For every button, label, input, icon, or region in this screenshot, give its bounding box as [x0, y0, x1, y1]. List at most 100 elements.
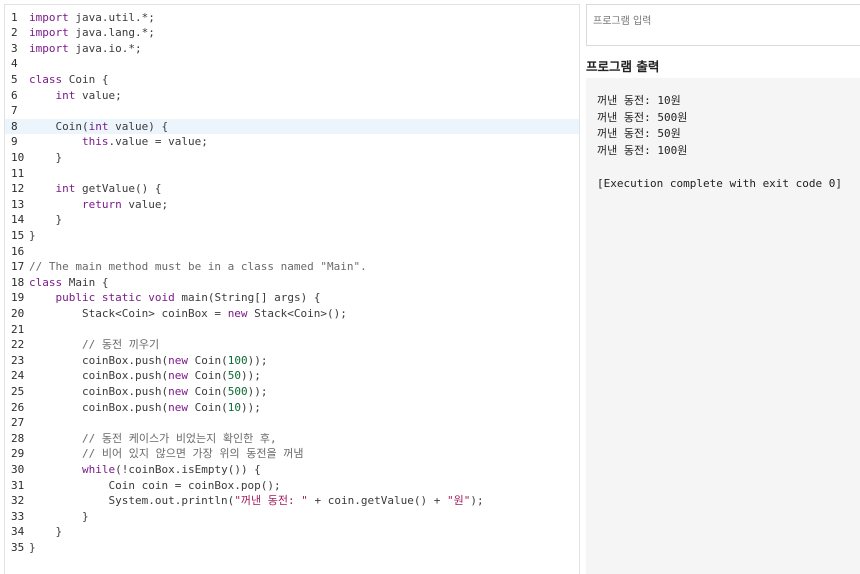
code-token: 100	[227, 353, 248, 367]
code-line[interactable]: 5 class Coin {	[5, 72, 579, 88]
program-input[interactable]	[586, 4, 860, 46]
code-text: Coin coin = coinBox.pop();	[27, 478, 280, 494]
line-number: 13	[11, 197, 25, 211]
code-line[interactable]: 8 Coin(int value) {	[5, 118, 579, 135]
code-token: 10	[227, 400, 241, 414]
code-line[interactable]: 27	[5, 415, 579, 431]
code-line[interactable]: 11	[5, 166, 579, 182]
code-token: new	[168, 400, 188, 414]
code-token: new	[168, 353, 188, 367]
code-line[interactable]: 6 int value;	[5, 88, 579, 104]
line-number: 34	[11, 525, 25, 539]
code-token: Stack<Coin>();	[247, 306, 347, 320]
code-line[interactable]: 31 Coin coin = coinBox.pop();	[5, 478, 579, 494]
code-line[interactable]: 30 while(!coinBox.isEmpty()) {	[5, 462, 579, 478]
line-number: 35	[11, 540, 25, 554]
line-number: 1	[11, 10, 18, 24]
code-line[interactable]: 9 this.value = value;	[5, 134, 579, 150]
code-line[interactable]: 24 coinBox.push(new Coin(50));	[5, 368, 579, 384]
line-number: 6	[11, 88, 18, 102]
code-line[interactable]: 23 coinBox.push(new Coin(100));	[5, 353, 579, 369]
line-number: 18	[11, 275, 25, 289]
code-line[interactable]: 34 }	[5, 524, 579, 540]
code-line[interactable]: 29 // 비어 있지 않으면 가장 위의 동전을 꺼냄	[5, 446, 579, 462]
code-line[interactable]: 1 import java.util.*;	[5, 10, 579, 26]
code-token: int	[55, 182, 76, 196]
code-line[interactable]: 13 return value;	[5, 197, 579, 213]
code-text: // 동전 케이스가 비었는지 확인한 후,	[27, 431, 277, 447]
code-token: new	[168, 369, 188, 383]
code-line[interactable]: 4	[5, 56, 579, 72]
code-token: value;	[121, 197, 169, 211]
code-line[interactable]: 32 System.out.println("꺼낸 동전: " + coin.g…	[5, 493, 579, 509]
code-token: import	[29, 41, 69, 55]
line-number: 2	[11, 26, 18, 40]
code-line[interactable]: 17 // The main method must be in a class …	[5, 259, 579, 275]
code-line[interactable]: 3 import java.io.*;	[5, 41, 579, 57]
code-line[interactable]: 18 class Main {	[5, 275, 579, 291]
code-text: class Coin {	[27, 72, 108, 88]
code-text: coinBox.push(new Coin(500));	[27, 384, 267, 400]
code-token: java.lang.*;	[68, 26, 155, 40]
code-text: // The main method must be in a class na…	[27, 259, 367, 275]
code-text: import java.util.*;	[27, 10, 155, 26]
code-token: "원"	[446, 494, 471, 508]
code-line[interactable]: 26 coinBox.push(new Coin(10));	[5, 400, 579, 416]
code-editor[interactable]: 1 import java.util.*; 2 import java.lang.*;…	[4, 4, 580, 574]
code-line[interactable]: 14 }	[5, 212, 579, 228]
code-token: while	[81, 462, 116, 476]
code-token: import	[29, 26, 69, 40]
code-token: Coin {	[62, 72, 109, 86]
code-line[interactable]: 2 import java.lang.*;	[5, 25, 579, 41]
code-line[interactable]: 25 coinBox.push(new Coin(500));	[5, 384, 579, 400]
code-line[interactable]: 12 int getValue() {	[5, 181, 579, 197]
code-line[interactable]: 28 // 동전 케이스가 비었는지 확인한 후,	[5, 431, 579, 447]
code-line[interactable]: 7	[5, 103, 579, 119]
line-number: 23	[11, 353, 25, 367]
code-token: }	[29, 525, 63, 539]
code-token: ));	[240, 369, 261, 383]
code-line[interactable]: 21	[5, 322, 579, 338]
line-number: 22	[11, 338, 25, 352]
code-text: }	[27, 540, 36, 556]
line-number: 19	[11, 291, 25, 305]
code-text: Coin(int value) {	[27, 119, 168, 135]
output-title: 프로그램 출력	[586, 59, 660, 74]
code-token: class	[29, 275, 63, 289]
code-token: );	[470, 494, 484, 508]
code-line[interactable]: 19 public static void main(String[] args…	[5, 290, 579, 306]
code-token: System.out.println(	[29, 494, 235, 508]
code-token: // 비어 있지 않으면 가장 위의 동전을 꺼냄	[81, 447, 304, 461]
code-line[interactable]: 15}	[5, 228, 579, 244]
code-text: int getValue() {	[27, 181, 162, 197]
code-text: // 비어 있지 않으면 가장 위의 동전을 꺼냄	[27, 446, 304, 462]
code-token: Coin(	[187, 400, 228, 414]
line-number: 33	[11, 509, 25, 523]
code-token: import	[29, 10, 69, 24]
line-number: 8	[11, 119, 18, 133]
code-line[interactable]: 35}	[5, 540, 579, 556]
code-line[interactable]: 20 Stack<Coin> coinBox = new Stack<Coin>…	[5, 306, 579, 322]
code-token: Coin(	[187, 384, 228, 398]
line-number: 11	[11, 166, 25, 180]
code-text: Stack<Coin> coinBox = new Stack<Coin>();	[27, 306, 347, 322]
code-token: this	[81, 135, 109, 149]
code-text: return value;	[27, 197, 168, 213]
line-number: 3	[11, 41, 18, 55]
output-line: 꺼낸 동전: 100원	[597, 143, 688, 157]
code-line[interactable]: 22 // 동전 끼우기	[5, 337, 579, 353]
code-line[interactable]: 33 }	[5, 509, 579, 525]
line-number: 14	[11, 213, 25, 227]
code-line[interactable]: 10 }	[5, 150, 579, 166]
line-number: 24	[11, 369, 25, 383]
code-token: coinBox.push(	[29, 384, 169, 398]
code-text: this.value = value;	[27, 134, 208, 150]
code-token: // 동전 케이스가 비었는지 확인한 후,	[81, 431, 277, 445]
code-line[interactable]: 16	[5, 244, 579, 260]
line-number: 32	[11, 494, 25, 508]
